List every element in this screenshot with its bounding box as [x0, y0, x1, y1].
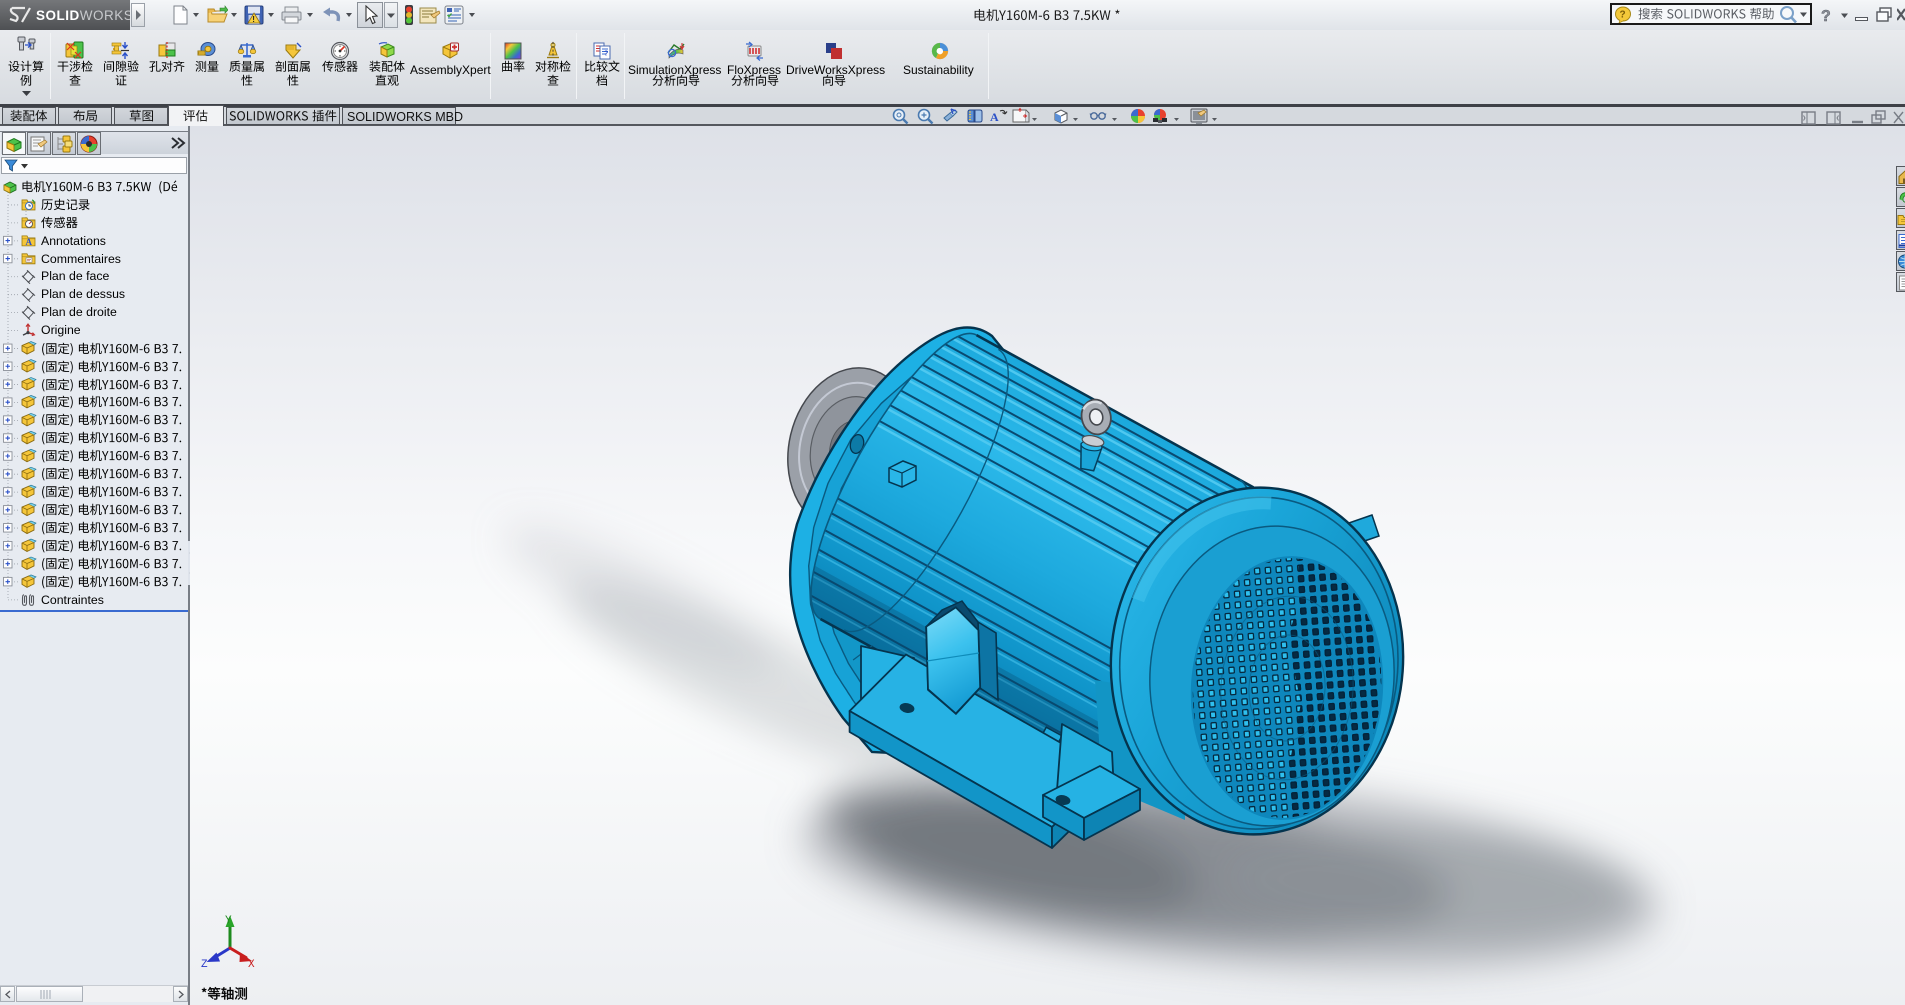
- svg-text:Z: Z: [201, 959, 208, 971]
- svg-text:Y: Y: [225, 915, 232, 927]
- svg-text:A: A: [26, 237, 33, 247]
- svg-text:X: X: [248, 959, 255, 971]
